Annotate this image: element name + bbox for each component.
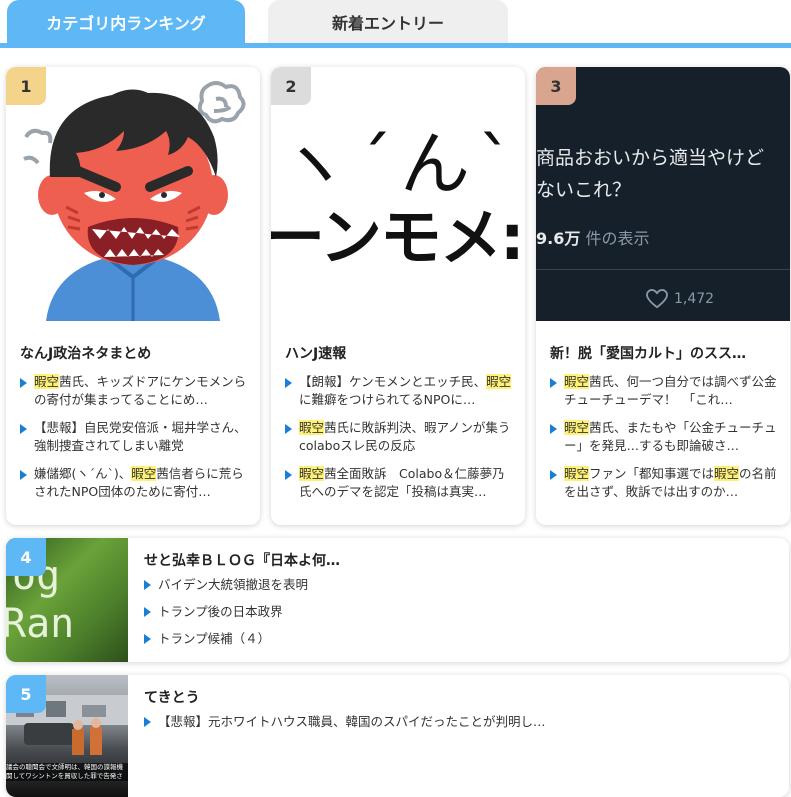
list-item[interactable]: 暇空茜全面敗訴 Colabo＆仁藤夢乃氏へのデマを認定「投稿は真実… bbox=[285, 465, 515, 501]
list-item[interactable]: トランプ候補（４） bbox=[144, 630, 308, 648]
entry-list: 暇空茜氏、何一つ自分では調べず公金チューチューデマ！ 「これ… 暇空茜氏、またも… bbox=[550, 373, 780, 511]
site-name[interactable]: なんJ政治ネタまとめ bbox=[20, 343, 252, 363]
tab-category-ranking[interactable]: カテゴリ内ランキング bbox=[7, 0, 245, 44]
site-name[interactable]: ハンJ速報 bbox=[285, 343, 517, 363]
rank-badge: 3 bbox=[536, 67, 576, 105]
ranking-card-3[interactable]: 商品おおいから適当やけど ないこれ？ 9.6万 件の表示 1,472 3 新！脱… bbox=[536, 67, 790, 525]
rank-badge: 1 bbox=[6, 67, 46, 105]
ranking-card-5[interactable]: 議会の聴聞会で文師明は、韓国の諜報機 関してワシントンを買収した罪で告発さ 5 て… bbox=[6, 675, 789, 797]
site-name[interactable]: せと弘幸ＢＬＯＧ『日本よ何… bbox=[144, 550, 340, 570]
tweet-text: ないこれ？ bbox=[536, 179, 632, 201]
list-item[interactable]: 【悲報】自民党安倍派・堀井学さん、強制捜査されてしまい離党 bbox=[20, 419, 250, 455]
ranking-card-4[interactable]: og Ran 4 せと弘幸ＢＬＯＧ『日本よ何… バイデン大統領撤退を表明 トラン… bbox=[6, 538, 789, 662]
divider bbox=[536, 269, 790, 270]
card-thumbnail[interactable]: 商品おおいから適当やけど ないこれ？ 9.6万 件の表示 1,472 bbox=[536, 67, 790, 321]
site-name[interactable]: てきとう bbox=[144, 687, 200, 707]
rank-badge: 5 bbox=[6, 675, 46, 713]
entry-list: バイデン大統領撤退を表明 トランプ後の日本政界 トランプ候補（４） bbox=[144, 576, 308, 657]
list-item[interactable]: 嫌儲郷(ヽ´ん`)、暇空茜信者らに荒らされたNPO団体のために寄付… bbox=[20, 465, 250, 501]
list-item[interactable]: 暇空ファン「都知事選では暇空の名前を出さず、敗訴では出すのか… bbox=[550, 465, 780, 501]
list-item[interactable]: トランプ後の日本政界 bbox=[144, 603, 308, 621]
entry-list: 【悲報】元ホワイトハウス職員、韓国のスパイだったことが判明し… bbox=[144, 713, 546, 740]
list-item[interactable]: 暇空茜氏、またもや「公金チューチュー」を発見…するも即論破さ… bbox=[550, 419, 780, 455]
tweet-text: 商品おおいから適当やけど bbox=[536, 147, 765, 169]
entry-list: 【朗報】ケンモメンとエッチ民、暇空に難癖をつけられてるNPOに… 暇空茜氏に敗訴… bbox=[285, 373, 515, 511]
photo-caption: 議会の聴聞会で文師明は、韓国の諜報機 関してワシントンを買収した罪で告発さ bbox=[6, 763, 128, 781]
thumbnail-text: ヽ´ん` bbox=[279, 123, 521, 205]
thumbnail-text: Ran bbox=[6, 601, 75, 647]
list-item[interactable]: バイデン大統領撤退を表明 bbox=[144, 576, 308, 594]
ranking-tabs: カテゴリ内ランキング 新着エントリー bbox=[0, 0, 791, 48]
list-item[interactable]: 暇空茜氏、何一つ自分では調べず公金チューチューデマ！ 「これ… bbox=[550, 373, 780, 409]
list-item[interactable]: 【朗報】ケンモメンとエッチ民、暇空に難癖をつけられてるNPOに… bbox=[285, 373, 515, 409]
tweet-views: 9.6万 件の表示 bbox=[536, 229, 650, 248]
card-thumbnail[interactable] bbox=[6, 67, 260, 321]
rank-badge: 4 bbox=[6, 538, 46, 576]
heart-icon bbox=[646, 289, 668, 309]
angry-man-illustration-icon bbox=[6, 67, 260, 321]
tab-new-entries[interactable]: 新着エントリー bbox=[268, 0, 508, 44]
list-item[interactable]: 暇空茜氏、キッズドアにケンモメンらの寄付が集まってることにめ… bbox=[20, 373, 250, 409]
site-name[interactable]: 新！脱「愛国カルト」のスス… bbox=[550, 343, 782, 363]
ranking-card-2[interactable]: ヽ´ん` ーンモメ: 2 ハンJ速報 【朗報】ケンモメンとエッチ民、暇空に難癖を… bbox=[271, 67, 525, 525]
ranking-card-1[interactable]: 1 なんJ政治ネタまとめ 暇空茜氏、キッズドアにケンモメンらの寄付が集まってるこ… bbox=[6, 67, 260, 525]
tab-underline bbox=[0, 43, 791, 48]
list-item[interactable]: 暇空茜氏に敗訴判決、暇アノンが集うcolaboスレ民の反応 bbox=[285, 419, 515, 455]
list-item[interactable]: 【悲報】元ホワイトハウス職員、韓国のスパイだったことが判明し… bbox=[144, 713, 546, 731]
tweet-likes: 1,472 bbox=[646, 289, 714, 309]
rank-badge: 2 bbox=[271, 67, 311, 105]
thumbnail-text: ーンモメ: bbox=[271, 201, 525, 274]
entry-list: 暇空茜氏、キッズドアにケンモメンらの寄付が集まってることにめ… 【悲報】自民党安… bbox=[20, 373, 250, 511]
card-thumbnail[interactable]: ヽ´ん` ーンモメ: bbox=[271, 67, 525, 321]
